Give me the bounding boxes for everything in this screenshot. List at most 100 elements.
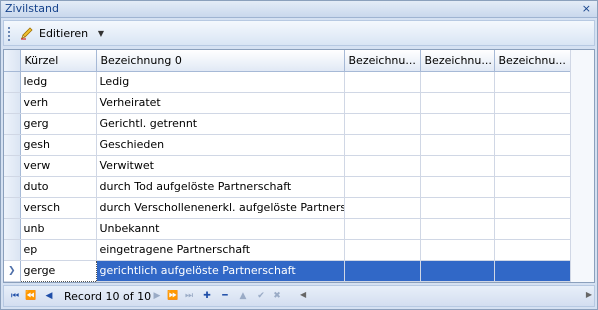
cell-empty[interactable] xyxy=(344,71,421,93)
cell-name[interactable]: Verwitwet xyxy=(96,155,345,177)
row-indicator[interactable] xyxy=(4,176,21,198)
cell-name[interactable]: Verheiratet xyxy=(96,92,345,114)
table-row[interactable]: ledg Ledig xyxy=(4,71,571,93)
cell-empty[interactable] xyxy=(344,260,421,282)
table-row[interactable]: verh Verheiratet xyxy=(4,92,571,114)
cell-code[interactable]: gerg xyxy=(20,113,97,135)
row-indicator[interactable] xyxy=(4,239,21,261)
delete-record-icon[interactable]: ━ xyxy=(218,289,232,303)
cell-empty[interactable] xyxy=(420,260,495,282)
column-header-bezeichnung-1[interactable]: Bezeichnu... xyxy=(344,50,421,72)
edit-button-label: Editieren xyxy=(39,26,89,40)
cell-name[interactable]: Unbekannt xyxy=(96,218,345,240)
cell-name[interactable]: Gerichtl. getrennt xyxy=(96,113,345,135)
row-indicator[interactable]: ❯ xyxy=(4,260,21,282)
cell-code[interactable]: ledg xyxy=(20,71,97,93)
cell-empty[interactable] xyxy=(420,71,495,93)
row-indicator[interactable] xyxy=(4,71,21,93)
cell-empty[interactable] xyxy=(494,197,571,219)
cell-empty[interactable] xyxy=(494,155,571,177)
cell-empty[interactable] xyxy=(344,197,421,219)
cell-code[interactable]: gerge xyxy=(19,259,97,282)
cell-name[interactable]: gerichtlich aufgelöste Partnerschaft xyxy=(96,260,345,282)
cell-name[interactable]: durch Verschollenenerkl. aufgelöste Part… xyxy=(96,197,345,219)
toolbar: Editieren ▼ xyxy=(3,20,595,46)
record-position: Record 10 of 10 xyxy=(64,290,152,303)
cell-empty[interactable] xyxy=(420,155,495,177)
cell-empty[interactable] xyxy=(344,155,421,177)
add-record-icon[interactable]: ✚ xyxy=(200,289,214,303)
toolbar-overflow-icon[interactable]: ▼ xyxy=(96,29,106,43)
cell-empty[interactable] xyxy=(420,92,495,114)
cell-empty[interactable] xyxy=(494,239,571,261)
table-row[interactable]: gerg Gerichtl. getrennt xyxy=(4,113,571,135)
edit-record-icon[interactable]: ▲ xyxy=(236,289,250,303)
column-header-kuerzel[interactable]: Kürzel xyxy=(20,50,97,72)
table-row[interactable]: unb Unbekannt xyxy=(4,218,571,240)
cell-code[interactable]: unb xyxy=(20,218,97,240)
table-row[interactable]: verw Verwitwet xyxy=(4,155,571,177)
column-header-bezeichnung-2[interactable]: Bezeichnu... xyxy=(420,50,495,72)
table-row[interactable]: ep eingetragene Partnerschaft xyxy=(4,239,571,261)
table-row[interactable]: duto durch Tod aufgelöste Partnerschaft xyxy=(4,176,571,198)
table-row[interactable]: gesh Geschieden xyxy=(4,134,571,156)
scroll-left-icon[interactable]: ◀ xyxy=(300,290,306,299)
cell-name[interactable]: Ledig xyxy=(96,71,345,93)
cell-empty[interactable] xyxy=(420,113,495,135)
cell-empty[interactable] xyxy=(420,239,495,261)
edit-button[interactable]: Editieren xyxy=(14,23,96,43)
cell-empty[interactable] xyxy=(344,218,421,240)
cell-code[interactable]: verh xyxy=(20,92,97,114)
cell-name[interactable]: Geschieden xyxy=(96,134,345,156)
row-indicator[interactable] xyxy=(4,92,21,114)
cell-empty[interactable] xyxy=(344,239,421,261)
cell-empty[interactable] xyxy=(494,176,571,198)
column-header-bezeichnung-0[interactable]: Bezeichnung 0 xyxy=(96,50,345,72)
cell-code[interactable]: ep xyxy=(20,239,97,261)
data-grid: Kürzel Bezeichnung 0 Bezeichnu... Bezeic… xyxy=(3,49,595,283)
zivilstand-window: Zivilstand × Editieren ▼ Kürzel Bezeichn… xyxy=(0,0,598,310)
cell-empty[interactable] xyxy=(420,197,495,219)
cancel-edit-icon[interactable]: ✖ xyxy=(270,289,284,303)
row-indicator[interactable] xyxy=(4,113,21,135)
cell-empty[interactable] xyxy=(344,92,421,114)
next-record-icon[interactable]: ▶ xyxy=(150,289,164,303)
previous-record-icon[interactable]: ◀ xyxy=(42,289,56,303)
next-page-icon[interactable]: ⏩ xyxy=(166,289,180,303)
cell-code[interactable]: duto xyxy=(20,176,97,198)
scroll-right-icon[interactable]: ▶ xyxy=(586,290,592,299)
cell-empty[interactable] xyxy=(494,92,571,114)
cell-empty[interactable] xyxy=(420,176,495,198)
header-row: Kürzel Bezeichnung 0 Bezeichnu... Bezeic… xyxy=(4,50,571,72)
cell-code[interactable]: gesh xyxy=(20,134,97,156)
table-row-selected[interactable]: ❯ gerge gerichtlich aufgelöste Partnersc… xyxy=(4,259,571,282)
cell-name[interactable]: durch Tod aufgelöste Partnerschaft xyxy=(96,176,345,198)
cell-code[interactable]: verw xyxy=(20,155,97,177)
header-indicator xyxy=(4,50,21,72)
previous-page-icon[interactable]: ⏪ xyxy=(24,289,38,303)
table-row[interactable]: versch durch Verschollenenerkl. aufgelös… xyxy=(4,197,571,219)
column-header-bezeichnung-3[interactable]: Bezeichnu... xyxy=(494,50,571,72)
row-indicator[interactable] xyxy=(4,218,21,240)
cell-empty[interactable] xyxy=(494,260,571,282)
cell-empty[interactable] xyxy=(494,113,571,135)
last-record-icon[interactable]: ⏭ xyxy=(182,289,196,303)
toolbar-grip-icon[interactable] xyxy=(8,27,10,41)
cell-code[interactable]: versch xyxy=(20,197,97,219)
first-record-icon[interactable]: ⏮ xyxy=(8,289,22,303)
close-icon[interactable]: × xyxy=(582,2,591,15)
cell-name[interactable]: eingetragene Partnerschaft xyxy=(96,239,345,261)
end-edit-icon[interactable]: ✔ xyxy=(254,289,268,303)
cell-empty[interactable] xyxy=(420,218,495,240)
cell-empty[interactable] xyxy=(494,71,571,93)
cell-empty[interactable] xyxy=(344,113,421,135)
row-indicator[interactable] xyxy=(4,155,21,177)
cell-empty[interactable] xyxy=(344,134,421,156)
row-indicator[interactable] xyxy=(4,197,21,219)
cell-empty[interactable] xyxy=(494,218,571,240)
cell-empty[interactable] xyxy=(494,134,571,156)
horizontal-scrollbar[interactable]: ◀ ▶ xyxy=(300,290,592,304)
cell-empty[interactable] xyxy=(420,134,495,156)
row-indicator[interactable] xyxy=(4,134,21,156)
cell-empty[interactable] xyxy=(344,176,421,198)
